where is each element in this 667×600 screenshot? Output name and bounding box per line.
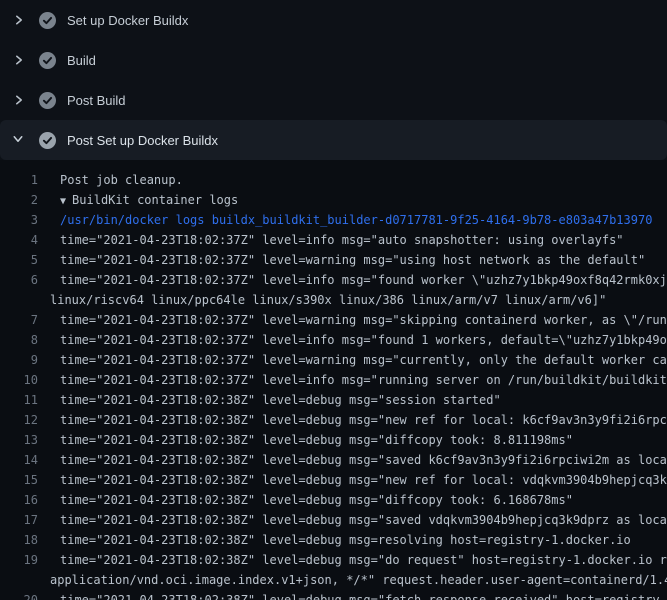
log-line-number[interactable]: 2 xyxy=(0,190,38,210)
log-line-number[interactable]: 10 xyxy=(0,370,38,390)
log-area: 1 Post job cleanup. 2 ▼ BuildKit contain… xyxy=(0,160,667,600)
log-line: 8 time="2021-04-23T18:02:37Z" level=info… xyxy=(0,330,667,350)
log-line: 11 time="2021-04-23T18:02:38Z" level=deb… xyxy=(0,390,667,410)
step-label: Post Set up Docker Buildx xyxy=(67,133,218,148)
log-line-number[interactable]: 12 xyxy=(0,410,38,430)
log-line-text: ▼ BuildKit container logs xyxy=(38,190,238,210)
log-line-number[interactable] xyxy=(0,570,38,590)
step-label: Post Build xyxy=(67,93,126,108)
log-line-text: time="2021-04-23T18:02:38Z" level=debug … xyxy=(38,450,667,470)
group-toggle-icon[interactable]: ▼ xyxy=(60,196,72,207)
log-line-text: time="2021-04-23T18:02:38Z" level=debug … xyxy=(38,530,631,550)
log-line-text: time="2021-04-23T18:02:38Z" level=debug … xyxy=(38,590,667,600)
chevron-down-icon xyxy=(12,133,26,147)
log-line-number[interactable]: 18 xyxy=(0,530,38,550)
log-line-text: application/vnd.oci.image.index.v1+json,… xyxy=(38,570,667,590)
log-line-text: time="2021-04-23T18:02:37Z" level=warnin… xyxy=(38,310,667,330)
log-line-text: time="2021-04-23T18:02:37Z" level=warnin… xyxy=(38,250,645,270)
step-post-set-up-docker-buildx[interactable]: Post Set up Docker Buildx xyxy=(0,120,667,160)
log-line-number[interactable]: 20 xyxy=(0,590,38,600)
log-line-number[interactable]: 13 xyxy=(0,430,38,450)
log-line: 16 time="2021-04-23T18:02:38Z" level=deb… xyxy=(0,490,667,510)
log-line-text: /usr/bin/docker logs buildx_buildkit_bui… xyxy=(38,210,652,230)
check-circle-icon xyxy=(39,52,56,69)
log-line: 17 time="2021-04-23T18:02:38Z" level=deb… xyxy=(0,510,667,530)
log-line: 4 time="2021-04-23T18:02:37Z" level=info… xyxy=(0,230,667,250)
log-line-text: time="2021-04-23T18:02:37Z" level=info m… xyxy=(38,270,667,290)
log-line-text: time="2021-04-23T18:02:37Z" level=info m… xyxy=(38,370,667,390)
log-line: 15 time="2021-04-23T18:02:38Z" level=deb… xyxy=(0,470,667,490)
check-circle-icon xyxy=(39,132,56,149)
log-line-text: time="2021-04-23T18:02:37Z" level=info m… xyxy=(38,230,624,250)
log-line-text: time="2021-04-23T18:02:37Z" level=warnin… xyxy=(38,350,667,370)
check-circle-icon xyxy=(39,12,56,29)
log-line: 1 Post job cleanup. xyxy=(0,170,667,190)
log-line-number[interactable]: 4 xyxy=(0,230,38,250)
log-line: 13 time="2021-04-23T18:02:38Z" level=deb… xyxy=(0,430,667,450)
log-line: 5 time="2021-04-23T18:02:37Z" level=warn… xyxy=(0,250,667,270)
log-line: 12 time="2021-04-23T18:02:38Z" level=deb… xyxy=(0,410,667,430)
log-line-number[interactable]: 7 xyxy=(0,310,38,330)
log-line-number[interactable]: 3 xyxy=(0,210,38,230)
check-circle-icon xyxy=(39,92,56,109)
chevron-right-icon xyxy=(12,13,26,27)
log-line-number[interactable]: 16 xyxy=(0,490,38,510)
log-line: 14 time="2021-04-23T18:02:38Z" level=deb… xyxy=(0,450,667,470)
log-line: 7 time="2021-04-23T18:02:37Z" level=warn… xyxy=(0,310,667,330)
step-set-up-docker-buildx[interactable]: Set up Docker Buildx xyxy=(0,0,667,40)
log-line-number[interactable]: 9 xyxy=(0,350,38,370)
log-line-text: time="2021-04-23T18:02:38Z" level=debug … xyxy=(38,390,501,410)
log-line-text: linux/riscv64 linux/ppc64le linux/s390x … xyxy=(38,290,606,310)
log-line: application/vnd.oci.image.index.v1+json,… xyxy=(0,570,667,590)
log-line-number[interactable]: 19 xyxy=(0,550,38,570)
log-line-number[interactable]: 1 xyxy=(0,170,38,190)
step-label: Set up Docker Buildx xyxy=(67,13,188,28)
step-label: Build xyxy=(67,53,96,68)
log-line[interactable]: 2 ▼ BuildKit container logs xyxy=(0,190,667,210)
log-line-number[interactable]: 8 xyxy=(0,330,38,350)
log-line: 18 time="2021-04-23T18:02:38Z" level=deb… xyxy=(0,530,667,550)
chevron-right-icon xyxy=(12,53,26,67)
step-post-build[interactable]: Post Build xyxy=(0,80,667,120)
log-line: 10 time="2021-04-23T18:02:37Z" level=inf… xyxy=(0,370,667,390)
log-line-text: time="2021-04-23T18:02:38Z" level=debug … xyxy=(38,470,667,490)
log-line-number[interactable]: 14 xyxy=(0,450,38,470)
step-build[interactable]: Build xyxy=(0,40,667,80)
log-line-text: time="2021-04-23T18:02:37Z" level=info m… xyxy=(38,330,667,350)
log-line-number[interactable]: 6 xyxy=(0,270,38,290)
log-line-number[interactable]: 11 xyxy=(0,390,38,410)
log-line-number[interactable]: 15 xyxy=(0,470,38,490)
log-line: 9 time="2021-04-23T18:02:37Z" level=warn… xyxy=(0,350,667,370)
log-line: 6 time="2021-04-23T18:02:37Z" level=info… xyxy=(0,270,667,290)
log-line-number[interactable]: 5 xyxy=(0,250,38,270)
log-line-number[interactable]: 17 xyxy=(0,510,38,530)
log-line-text: Post job cleanup. xyxy=(38,170,183,190)
log-line-text: time="2021-04-23T18:02:38Z" level=debug … xyxy=(38,410,667,430)
log-line-number[interactable] xyxy=(0,290,38,310)
log-line: 20 time="2021-04-23T18:02:38Z" level=deb… xyxy=(0,590,667,600)
log-line-text: time="2021-04-23T18:02:38Z" level=debug … xyxy=(38,490,573,510)
step-list: Set up Docker Buildx Build xyxy=(0,0,667,160)
log-line: 19 time="2021-04-23T18:02:38Z" level=deb… xyxy=(0,550,667,570)
log-line: linux/riscv64 linux/ppc64le linux/s390x … xyxy=(0,290,667,310)
log-line: 3 /usr/bin/docker logs buildx_buildkit_b… xyxy=(0,210,667,230)
log-line-text: time="2021-04-23T18:02:38Z" level=debug … xyxy=(38,430,573,450)
log-line-text: time="2021-04-23T18:02:38Z" level=debug … xyxy=(38,510,667,530)
chevron-right-icon xyxy=(12,93,26,107)
log-line-text: time="2021-04-23T18:02:38Z" level=debug … xyxy=(38,550,667,570)
